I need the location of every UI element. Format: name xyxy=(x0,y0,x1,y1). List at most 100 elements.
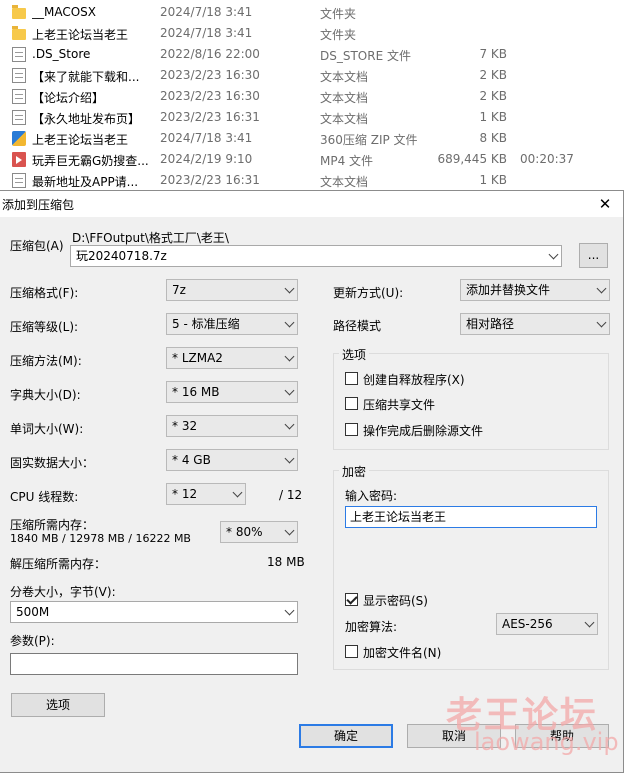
file-size: 1 KB xyxy=(479,173,507,187)
chevron-down-icon xyxy=(232,487,243,498)
zip-archive-icon xyxy=(12,131,26,146)
mem-decomp-value: 18 MB xyxy=(267,555,305,569)
file-name: 【论坛介绍】 xyxy=(32,91,105,105)
chevron-down-icon xyxy=(284,283,295,294)
file-name: __MACOSX xyxy=(32,5,97,19)
archive-name-combo[interactable]: 玩20240718.7z xyxy=(70,245,562,267)
file-type: 文本文档 xyxy=(320,175,369,189)
close-icon[interactable]: ✕ xyxy=(595,194,615,214)
mem-comp-label: 压缩所需内存： xyxy=(10,518,95,532)
file-list: __MACOSX 2024/7/18 3:41 文件夹 上老王论坛当老王 2024/7/… xyxy=(0,0,633,192)
chevron-down-icon xyxy=(548,249,559,260)
format-select[interactable]: 7z xyxy=(166,279,298,301)
chevron-down-icon xyxy=(596,283,607,294)
mem-percent-value: * 80% xyxy=(226,525,263,539)
file-row[interactable]: 上老王论坛当老王 2024/7/18 3:41 文件夹 xyxy=(0,23,633,44)
enc-names-label[interactable]: 加密文件名(N) xyxy=(363,644,441,661)
file-size: 1 KB xyxy=(479,110,507,124)
folder-icon xyxy=(12,26,26,40)
path-select[interactable]: 相对路径 xyxy=(460,313,610,335)
volume-label: 分卷大小，字节(V): xyxy=(10,585,116,599)
file-type: MP4 文件 xyxy=(320,154,374,168)
sfx-checkbox[interactable] xyxy=(345,372,358,385)
archive-name-value: 玩20240718.7z xyxy=(76,249,167,263)
text-document-icon xyxy=(12,89,26,104)
chevron-down-icon xyxy=(284,419,295,430)
solid-value: * 4 GB xyxy=(172,453,211,467)
file-size: 2 KB xyxy=(479,89,507,103)
chevron-down-icon xyxy=(584,617,595,628)
file-date: 2023/2/23 16:31 xyxy=(160,110,260,124)
file-date: 2023/2/23 16:31 xyxy=(160,173,260,187)
enc-method-label: 加密算法: xyxy=(345,620,398,634)
enc-names-checkbox[interactable] xyxy=(345,645,358,658)
method-label: 压缩方法(M): xyxy=(10,354,82,368)
file-row[interactable]: 最新地址及APP请... 2023/2/23 16:31 文本文档 1 KB xyxy=(0,170,633,191)
file-name: 玩弄巨无霸G奶搜查... xyxy=(32,154,149,168)
solid-label: 固实数据大小： xyxy=(10,456,95,470)
show-password-checkbox[interactable] xyxy=(345,593,358,606)
update-select[interactable]: 添加并替换文件 xyxy=(460,279,610,301)
format-label: 压缩格式(F): xyxy=(10,286,79,300)
chevron-down-icon xyxy=(284,351,295,362)
method-value: * LZMA2 xyxy=(172,351,223,365)
file-row[interactable]: __MACOSX 2024/7/18 3:41 文件夹 xyxy=(0,2,633,23)
file-date: 2024/2/19 9:10 xyxy=(160,152,253,166)
options-button[interactable]: 选项 xyxy=(11,693,105,717)
file-name: 上老王论坛当老王 xyxy=(32,133,129,147)
file-type: 文本文档 xyxy=(320,91,369,105)
file-row[interactable]: 上老王论坛当老王 2024/7/18 3:41 360压缩 ZIP 文件 8 KB xyxy=(0,128,633,149)
file-row[interactable]: 【论坛介绍】 2023/2/23 16:30 文本文档 2 KB xyxy=(0,86,633,107)
threads-max: / 12 xyxy=(279,488,303,502)
text-document-icon xyxy=(12,68,26,83)
file-duration: 00:20:37 xyxy=(520,152,574,166)
mem-percent-select[interactable]: * 80% xyxy=(220,521,298,543)
title-bar[interactable]: 添加到压缩包 ✕ xyxy=(0,191,623,217)
path-label: 路径模式 xyxy=(333,319,382,333)
file-size: 7 KB xyxy=(479,47,507,61)
file-date: 2023/2/23 16:30 xyxy=(160,68,260,82)
browse-button[interactable]: ... xyxy=(579,243,608,268)
file-date: 2022/8/16 22:00 xyxy=(160,47,260,61)
file-name: 最新地址及APP请... xyxy=(32,175,139,189)
threads-select[interactable]: * 12 xyxy=(166,483,246,505)
level-select[interactable]: 5 - 标准压缩 xyxy=(166,313,298,335)
level-label: 压缩等级(L): xyxy=(10,320,79,334)
archive-path: D:\FFOutput\格式工厂\老王\ xyxy=(72,231,229,245)
text-document-icon xyxy=(12,173,26,188)
delete-checkbox[interactable] xyxy=(345,423,358,436)
sfx-label[interactable]: 创建自释放程序(X) xyxy=(363,371,465,388)
update-value: 添加并替换文件 xyxy=(466,283,551,297)
encrypt-group-title: 加密 xyxy=(339,463,370,480)
show-password-label[interactable]: 显示密码(S) xyxy=(363,592,428,609)
volume-combo[interactable]: 500M xyxy=(10,601,298,623)
method-select[interactable]: * LZMA2 xyxy=(166,347,298,369)
shared-label[interactable]: 压缩共享文件 xyxy=(363,396,435,413)
params-input[interactable] xyxy=(10,653,298,675)
password-input[interactable]: 上老王论坛当老王 xyxy=(345,506,597,528)
file-row[interactable]: .DS_Store 2022/8/16 22:00 DS_STORE 文件 7 KB xyxy=(0,44,633,65)
enc-method-select[interactable]: AES-256 xyxy=(496,613,598,635)
solid-select[interactable]: * 4 GB xyxy=(166,449,298,471)
enc-method-value: AES-256 xyxy=(502,617,553,631)
threads-value: * 12 xyxy=(172,487,198,501)
volume-value: 500M xyxy=(16,605,50,619)
ok-button[interactable]: 确定 xyxy=(299,724,393,748)
chevron-down-icon xyxy=(284,525,295,536)
delete-label[interactable]: 操作完成后删除源文件 xyxy=(363,422,483,439)
dict-select[interactable]: * 16 MB xyxy=(166,381,298,403)
file-date: 2023/2/23 16:30 xyxy=(160,89,260,103)
path-value: 相对路径 xyxy=(466,317,515,331)
file-name: .DS_Store xyxy=(32,47,91,61)
shared-checkbox[interactable] xyxy=(345,397,358,410)
file-type: DS_STORE 文件 xyxy=(320,49,411,63)
word-select[interactable]: * 32 xyxy=(166,415,298,437)
file-row[interactable]: 玩弄巨无霸G奶搜查... 2024/2/19 9:10 MP4 文件 689,445 … xyxy=(0,149,633,170)
options-group-title: 选项 xyxy=(339,346,370,363)
file-size: 2 KB xyxy=(479,68,507,82)
file-size: 689,445 KB xyxy=(437,152,507,166)
file-row[interactable]: 【来了就能下载和... 2023/2/23 16:30 文本文档 2 KB xyxy=(0,65,633,86)
file-row[interactable]: 【永久地址发布页】 2023/2/23 16:31 文本文档 1 KB xyxy=(0,107,633,128)
file-type: 360压缩 ZIP 文件 xyxy=(320,133,418,147)
chevron-down-icon xyxy=(284,385,295,396)
